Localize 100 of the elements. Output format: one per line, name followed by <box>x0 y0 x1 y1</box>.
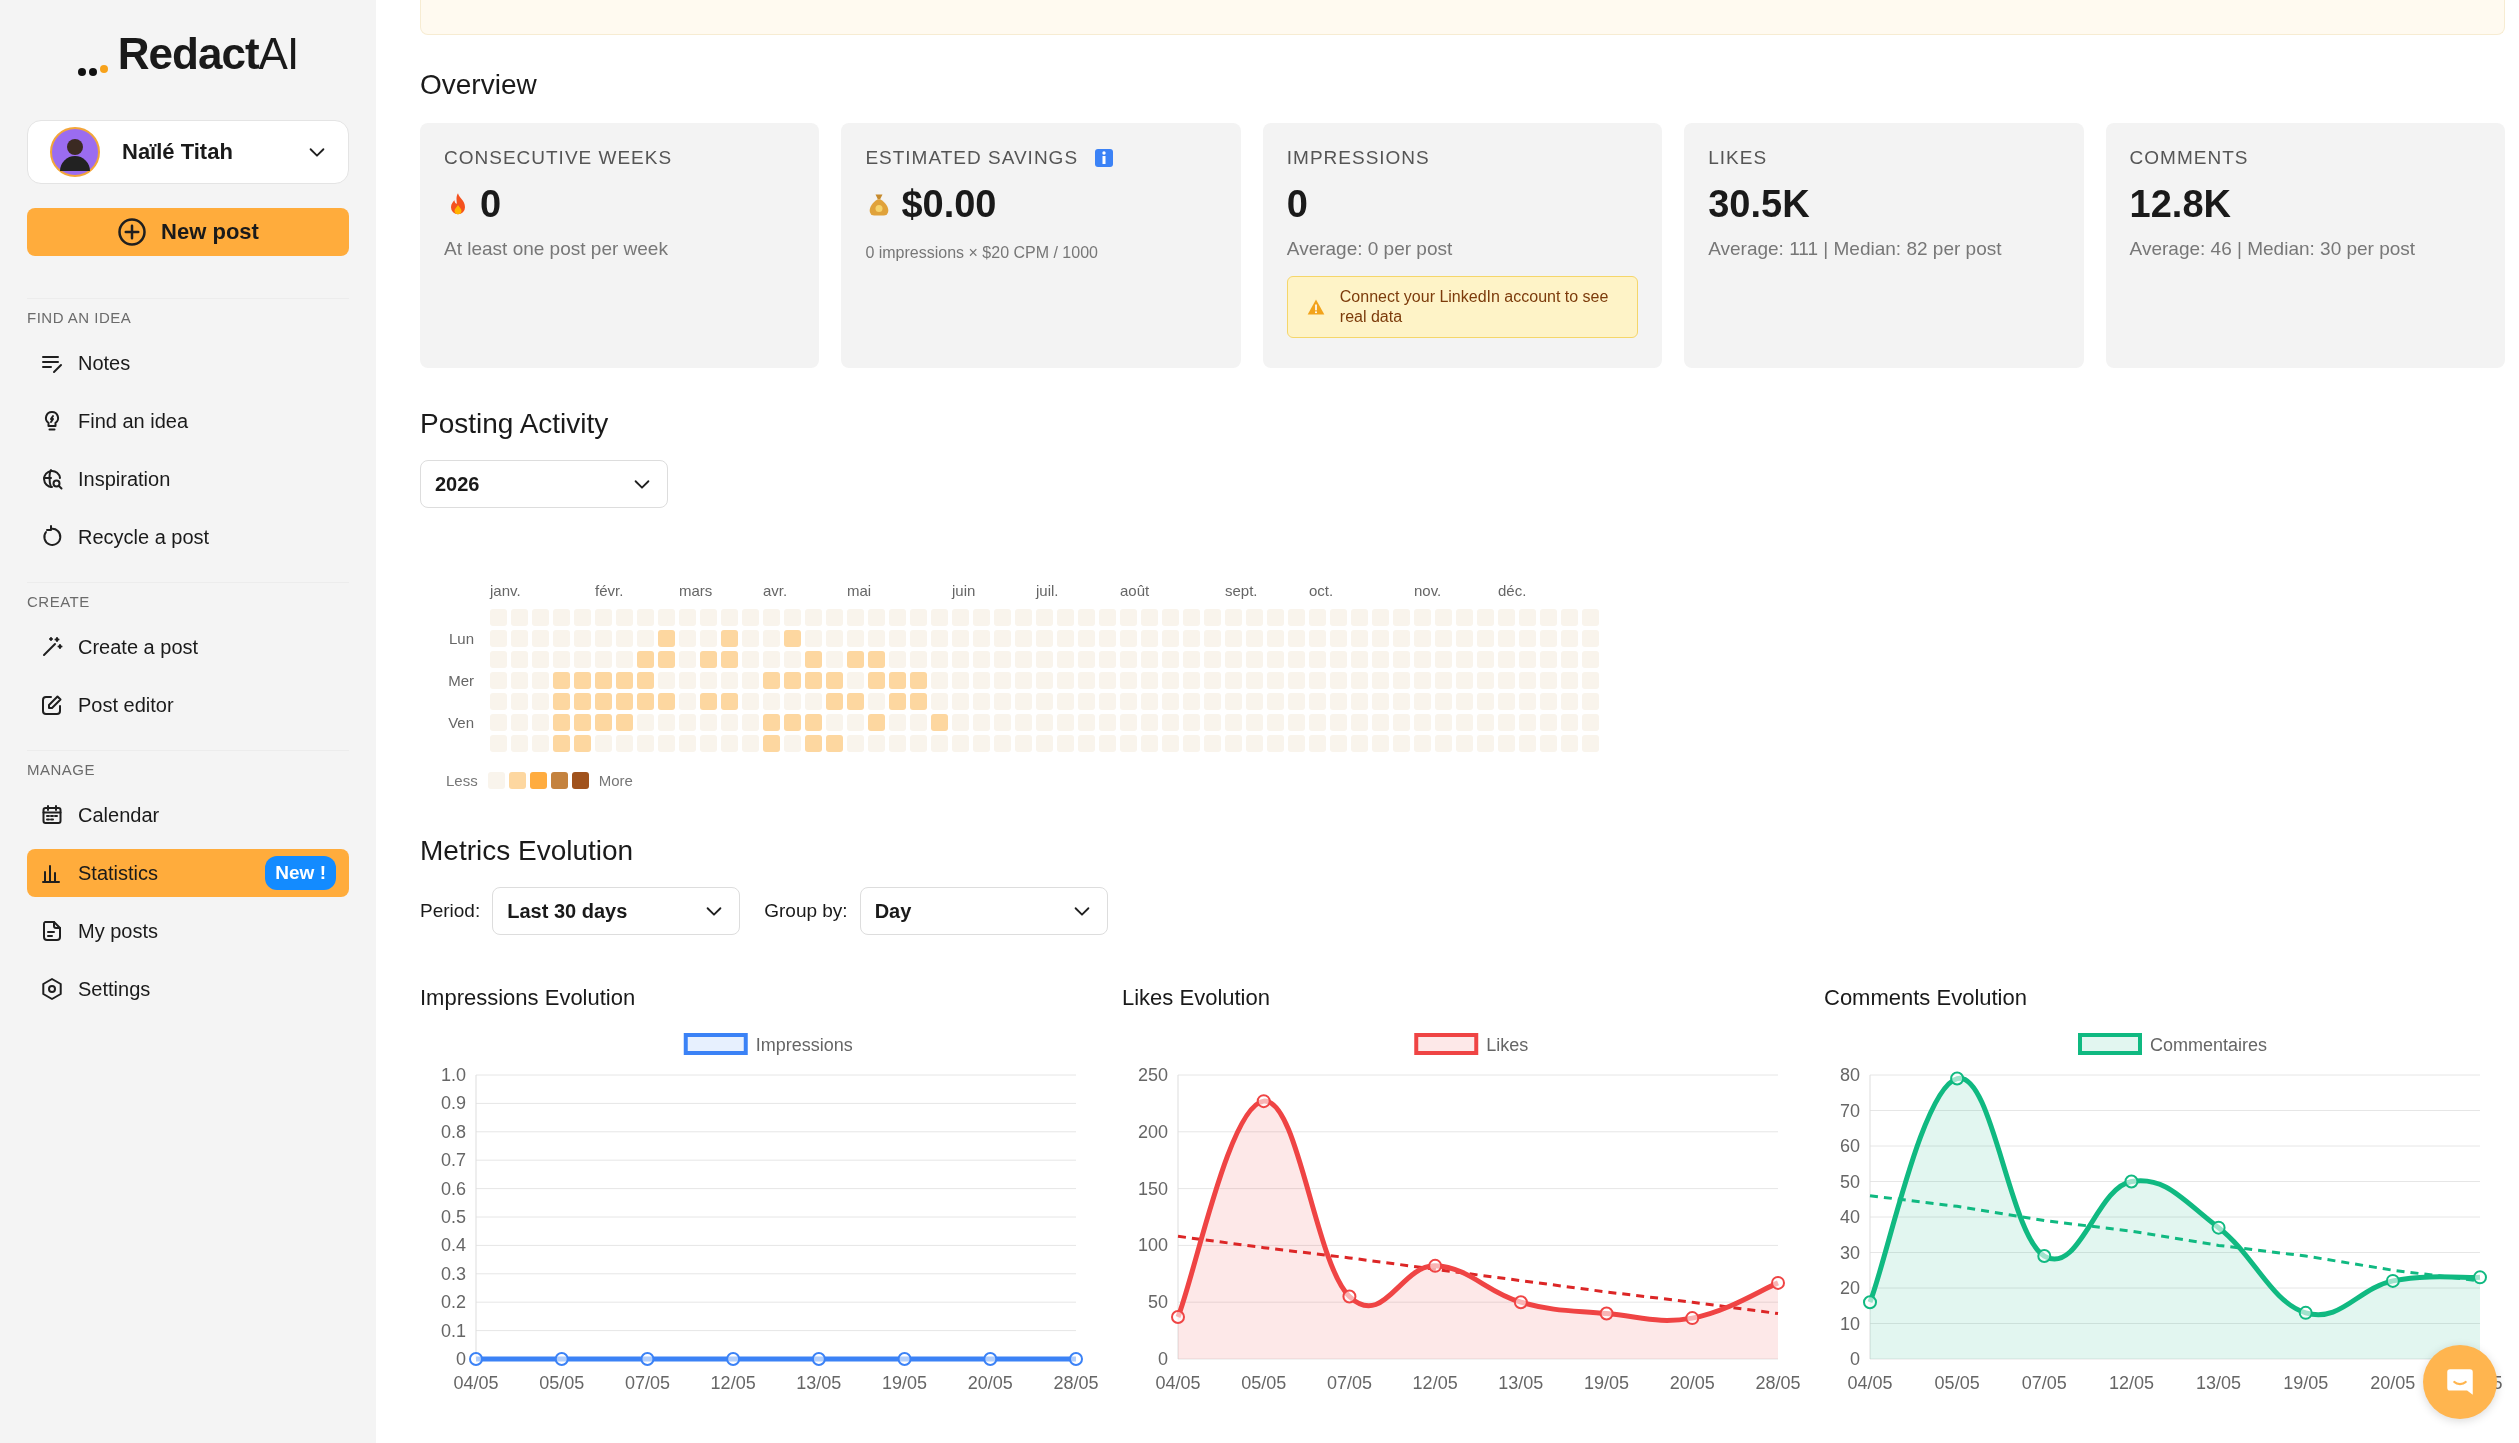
axis-tick-label: 04/05 <box>453 1373 499 1393</box>
logo-dots-icon <box>77 64 108 76</box>
data-point <box>1685 1311 1700 1326</box>
card-label: IMPRESSIONS <box>1286 147 1430 169</box>
settings-icon <box>40 977 64 1001</box>
axis-tick-label: 50 <box>1147 1292 1168 1313</box>
data-point <box>897 1352 912 1366</box>
month-label: sept. <box>1225 582 1259 599</box>
axis-tick-label: 20/05 <box>1669 1373 1715 1393</box>
nav-item[interactable]: Notes <box>27 339 349 387</box>
card-subtitle: Average: 46 | Median: 30 per post <box>2129 238 2417 260</box>
document-icon <box>40 919 64 943</box>
nav-item[interactable]: Settings <box>27 965 349 1013</box>
chart-title: Comments Evolution <box>1824 985 2028 1011</box>
axis-tick-label: 0.2 <box>440 1292 466 1313</box>
filter-label: Group by: <box>764 900 848 922</box>
axis-tick-label: 04/05 <box>1155 1373 1201 1393</box>
axis-tick-label: 05/05 <box>1934 1373 1980 1393</box>
axis-tick-label: 60 <box>1839 1136 1860 1156</box>
card-subtitle: 0 impressions × $20 CPM / 1000 <box>865 244 1099 262</box>
data-point <box>2473 1270 2487 1285</box>
card-subtitle: Average: 0 per post <box>1286 238 1454 260</box>
nav-item[interactable]: My posts <box>27 907 349 955</box>
axis-tick-label: 0 <box>1850 1349 1860 1369</box>
card-subtitle: Average: 111 | Median: 82 per post <box>1708 238 2003 260</box>
chart-title: Likes Evolution <box>1122 985 1271 1011</box>
month-label: déc. <box>1498 582 1528 599</box>
rotate-arrow-icon <box>40 525 64 549</box>
filter-label: Period: <box>420 900 481 922</box>
legend-label: Commentaires <box>2150 1035 2268 1055</box>
calendar-icon <box>40 803 64 827</box>
nav-item[interactable]: Calendar <box>27 791 349 839</box>
data-point <box>2385 1273 2400 1288</box>
month-label: févr. <box>595 582 625 599</box>
nav-item[interactable]: Create a post <box>27 623 349 671</box>
axis-tick-label: 30 <box>1839 1242 1860 1263</box>
data-point <box>2211 1220 2226 1235</box>
axis-tick-label: 07/05 <box>2021 1373 2067 1393</box>
axis-tick-label: 13/05 <box>2196 1373 2242 1393</box>
axis-tick-label: 80 <box>1839 1065 1860 1085</box>
axis-tick-label: 0.6 <box>440 1178 466 1199</box>
new-post-button[interactable]: New post <box>27 208 349 256</box>
axis-tick-label: 250 <box>1137 1065 1168 1085</box>
axis-tick-label: 20 <box>1839 1278 1860 1298</box>
data-point <box>1256 1094 1271 1109</box>
legend-label: Impressions <box>755 1035 853 1055</box>
section-heading: MANAGE <box>27 750 349 778</box>
card-label: CONSECUTIVE WEEKS <box>444 147 673 169</box>
section-title: Posting Activity <box>420 408 610 440</box>
axis-tick-label: 19/05 <box>1584 1373 1630 1393</box>
axis-tick-label: 0 <box>456 1349 466 1369</box>
axis-tick-label: 1.0 <box>440 1065 466 1085</box>
month-label: nov. <box>1414 582 1443 599</box>
nav-item[interactable]: Find an idea <box>27 397 349 445</box>
data-point <box>2037 1249 2052 1264</box>
nav-item[interactable]: Statistics New ! <box>27 849 349 897</box>
month-label: juin <box>952 582 977 599</box>
nav-item[interactable]: Recycle a post <box>27 513 349 561</box>
data-point <box>554 1352 569 1366</box>
axis-tick-label: 20/05 <box>2370 1373 2416 1393</box>
alert-text: Connect your LinkedIn account to see real data <box>1339 287 1610 327</box>
data-point <box>1069 1352 1083 1366</box>
section-heading: CREATE <box>27 582 349 610</box>
axis-tick-label: 70 <box>1839 1100 1860 1121</box>
axis-tick-label: 0.8 <box>440 1121 466 1142</box>
filter-select[interactable]: Last 30 days <box>492 887 741 935</box>
axis-tick-label: 28/05 <box>1053 1373 1099 1393</box>
chat-button[interactable] <box>2423 1345 2497 1419</box>
data-point <box>469 1352 483 1366</box>
legend-label: Likes <box>1486 1035 1529 1055</box>
axis-tick-label: 04/05 <box>1847 1373 1893 1393</box>
axis-tick-label: 20/05 <box>967 1373 1013 1393</box>
axis-tick-label: 12/05 <box>2108 1373 2154 1393</box>
month-label: mars <box>679 582 714 599</box>
nav-item[interactable]: Post editor <box>27 681 349 729</box>
nav-item[interactable]: Inspiration <box>27 455 349 503</box>
card-label: LIKES <box>1708 147 1768 169</box>
new-badge: New ! <box>265 856 336 890</box>
month-label: juil. <box>1036 582 1060 599</box>
globe-search-icon <box>40 467 64 491</box>
data-point <box>811 1352 826 1366</box>
axis-tick-label: 0.5 <box>440 1207 466 1227</box>
data-point <box>2124 1174 2139 1189</box>
data-point <box>1342 1289 1357 1304</box>
axis-tick-label: 19/05 <box>882 1373 928 1393</box>
axis-tick-label: 19/05 <box>2283 1373 2329 1393</box>
year-select[interactable]: 2026 <box>420 460 668 508</box>
month-label: janv. <box>490 582 522 599</box>
card-label: COMMENTS <box>2129 147 2249 169</box>
section-title: Overview <box>420 69 538 101</box>
card-value: 12.8K <box>2129 183 2231 226</box>
data-point <box>983 1352 998 1366</box>
card-value: 30.5K <box>1708 183 1810 226</box>
logo-text: RedactAI <box>117 32 299 76</box>
account-switcher[interactable]: Naïlé Titah <box>27 120 349 184</box>
axis-tick-label: 07/05 <box>624 1373 670 1393</box>
edit-icon <box>40 693 64 717</box>
filter-select[interactable]: Day <box>859 887 1108 935</box>
axis-tick-label: 13/05 <box>1498 1373 1544 1393</box>
axis-tick-label: 0.4 <box>440 1235 466 1256</box>
